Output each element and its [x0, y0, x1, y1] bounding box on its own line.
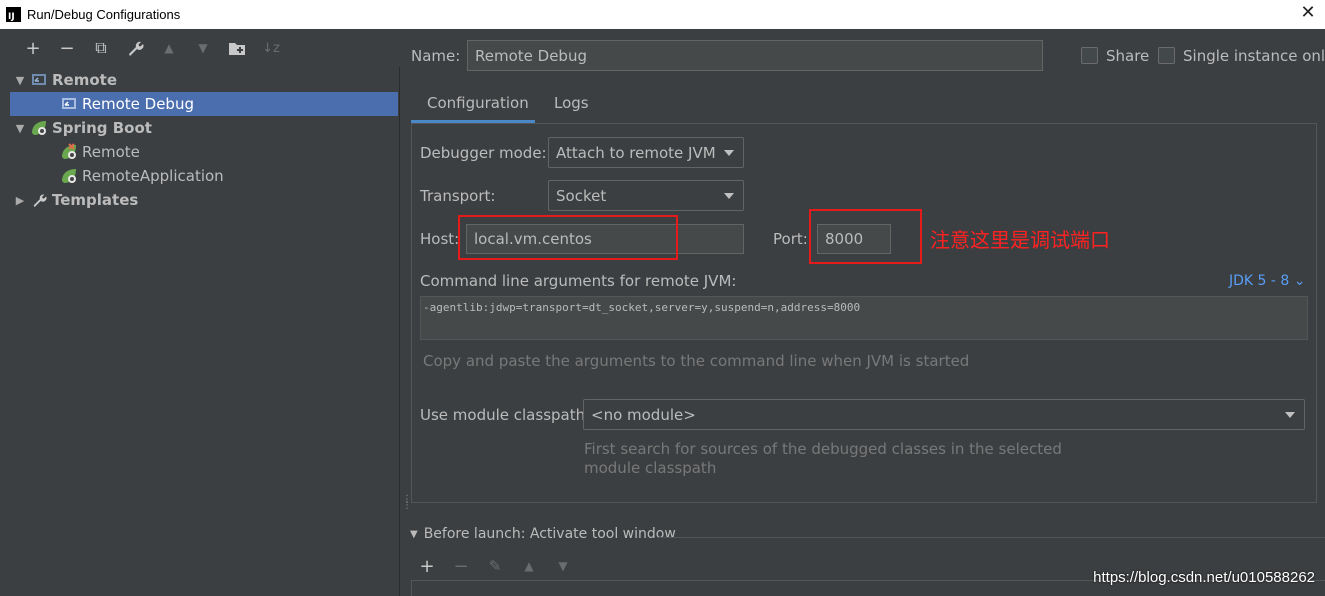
configurations-sidebar: + − ⧉ ▲ ▼ ↓z ▼ Remote Remote Debug ▼ Spr…	[0, 29, 400, 596]
module-classpath-hint-2: module classpath	[584, 459, 717, 477]
tree-item-spring-remote[interactable]: Remote	[10, 140, 398, 164]
expand-arrow-icon[interactable]: ▼	[10, 74, 30, 87]
module-classpath-value: <no module>	[591, 405, 696, 424]
before-launch-toolbar: + − ✎ ▲ ▼	[410, 553, 580, 579]
edit-icon[interactable]: ✎	[478, 553, 512, 579]
spring-boot-icon	[30, 119, 48, 137]
collapse-arrow-icon[interactable]: ▶	[10, 194, 30, 207]
port-highlight-box	[809, 209, 922, 264]
host-highlight-box	[458, 215, 678, 260]
share-label: Share	[1106, 47, 1150, 65]
host-label: Host:	[420, 230, 460, 248]
share-checkbox[interactable]	[1081, 47, 1098, 64]
chevron-down-icon	[724, 149, 734, 156]
intellij-icon: IJ	[6, 7, 21, 22]
wrench-icon[interactable]	[118, 35, 152, 61]
debugger-mode-label: Debugger mode:	[420, 144, 547, 162]
spring-boot-error-icon	[60, 143, 78, 161]
before-launch-divider	[657, 537, 1325, 538]
close-icon[interactable]: ✕	[1299, 4, 1317, 22]
expand-arrow-icon[interactable]: ▼	[410, 529, 418, 540]
tree-group-templates[interactable]: ▶ Templates	[10, 188, 398, 212]
debugger-mode-select[interactable]: Attach to remote JVM	[548, 137, 744, 168]
name-label: Name:	[411, 47, 461, 65]
transport-label: Transport:	[420, 187, 496, 205]
tree-group-remote[interactable]: ▼ Remote	[10, 68, 398, 92]
sort-icon[interactable]: ↓z	[254, 35, 288, 61]
tree-label-remote: Remote	[52, 71, 118, 89]
move-up-icon[interactable]: ▲	[512, 553, 546, 579]
remote-config-icon	[60, 95, 78, 113]
configurations-tree: ▼ Remote Remote Debug ▼ Spring Boot Remo…	[10, 67, 400, 596]
tree-item-remote-application[interactable]: RemoteApplication	[10, 164, 398, 188]
port-annotation-text: 注意这里是调试端口	[930, 228, 1110, 252]
move-down-icon[interactable]: ▼	[546, 553, 580, 579]
tab-logs[interactable]: Logs	[554, 94, 589, 112]
copy-icon[interactable]: ⧉	[84, 35, 118, 61]
configuration-editor: Name: Remote Debug Share Single instance…	[410, 29, 1325, 596]
transport-value: Socket	[556, 186, 607, 205]
tree-label-templates: Templates	[52, 191, 139, 209]
command-line-label: Command line arguments for remote JVM:	[420, 272, 737, 290]
module-classpath-select[interactable]: <no module>	[583, 399, 1305, 430]
port-label: Port:	[773, 230, 808, 248]
chevron-down-icon	[724, 192, 734, 199]
title-bar: IJ Run/Debug Configurations ✕	[0, 0, 1325, 29]
configuration-panel: Debugger mode: Attach to remote JVM Tran…	[411, 123, 1317, 503]
remove-icon[interactable]: −	[444, 553, 478, 579]
move-up-icon[interactable]: ▲	[152, 35, 186, 61]
tree-label-remote-debug: Remote Debug	[82, 95, 194, 113]
chevron-down-icon: ⌄	[1293, 273, 1306, 289]
wrench-icon	[30, 191, 48, 209]
single-instance-checkbox[interactable]	[1158, 47, 1175, 64]
folder-add-icon[interactable]	[220, 35, 254, 61]
tree-label-spring-boot: Spring Boot	[52, 119, 152, 137]
window-title: Run/Debug Configurations	[27, 7, 181, 22]
module-classpath-hint-1: First search for sources of the debugged…	[584, 440, 1062, 458]
expand-arrow-icon[interactable]: ▼	[10, 122, 30, 135]
remove-icon[interactable]: −	[50, 35, 84, 61]
tree-label-spring-remote: Remote	[82, 143, 140, 161]
move-down-icon[interactable]: ▼	[186, 35, 220, 61]
remote-config-icon	[30, 71, 48, 89]
command-line-hint: Copy and paste the arguments to the comm…	[423, 352, 970, 370]
before-launch-label: Before launch: Activate tool window	[423, 526, 676, 542]
add-icon[interactable]: +	[16, 35, 50, 61]
tree-group-spring-boot[interactable]: ▼ Spring Boot	[10, 116, 398, 140]
configurations-toolbar: + − ⧉ ▲ ▼ ↓z	[0, 29, 400, 67]
module-classpath-label: Use module classpath:	[420, 406, 591, 424]
command-line-textarea[interactable]: -agentlib:jdwp=transport=dt_socket,serve…	[420, 296, 1308, 340]
name-input[interactable]: Remote Debug	[467, 40, 1043, 71]
debugger-mode-value: Attach to remote JVM	[556, 143, 716, 162]
transport-select[interactable]: Socket	[548, 180, 744, 211]
tab-configuration[interactable]: Configuration	[427, 94, 529, 112]
add-icon[interactable]: +	[410, 553, 444, 579]
jdk-version-link[interactable]: JDK 5 - 8 ⌄	[1229, 273, 1306, 289]
pane-splitter[interactable]: ⋮ ⋮	[400, 29, 412, 596]
tree-label-remote-application: RemoteApplication	[82, 167, 224, 185]
chevron-down-icon	[1285, 411, 1295, 418]
watermark-text: https://blog.csdn.net/u010588262	[1093, 569, 1315, 586]
before-launch-header[interactable]: ▼ Before launch: Activate tool window	[410, 526, 676, 542]
jdk-version-text: JDK 5 - 8	[1229, 273, 1290, 289]
single-instance-label: Single instance only	[1183, 47, 1325, 65]
tree-item-remote-debug[interactable]: Remote Debug	[10, 92, 398, 116]
spring-boot-icon	[60, 167, 78, 185]
